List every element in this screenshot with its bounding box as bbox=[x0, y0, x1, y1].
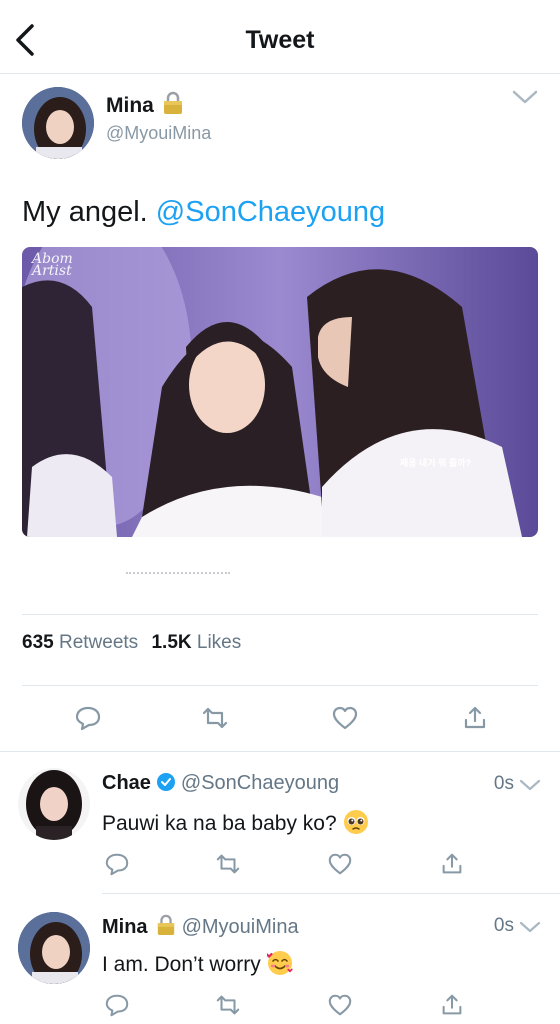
retweet-label[interactable]: Retweets bbox=[59, 632, 138, 653]
reply-text: I am. Don’t worry bbox=[102, 950, 293, 977]
reply-body: Pauwi ka na ba baby ko? bbox=[102, 812, 337, 835]
like-icon bbox=[328, 853, 352, 875]
chevron-down-icon bbox=[519, 779, 541, 791]
retweet-button[interactable] bbox=[215, 851, 241, 877]
page-title: Tweet bbox=[245, 26, 315, 54]
reply-icon bbox=[105, 994, 129, 1017]
like-button[interactable] bbox=[327, 851, 353, 877]
avatar[interactable] bbox=[22, 87, 94, 159]
like-button[interactable] bbox=[327, 992, 353, 1018]
reply-icon bbox=[105, 853, 129, 876]
photo bbox=[22, 247, 538, 537]
smiling-face-with-hearts-emoji bbox=[265, 950, 293, 976]
reply-text: Pauwi ka na ba baby ko? bbox=[102, 809, 369, 836]
truncated-text-indicator bbox=[126, 572, 230, 575]
reply-timestamp: 0s bbox=[493, 773, 514, 794]
share-button[interactable] bbox=[461, 704, 489, 732]
like-icon bbox=[332, 706, 358, 730]
reply-button[interactable] bbox=[74, 704, 102, 732]
chevron-down-icon bbox=[512, 90, 538, 104]
reply-more-options-button[interactable] bbox=[518, 776, 542, 794]
retweet-icon bbox=[202, 707, 228, 729]
lock-icon bbox=[162, 91, 184, 115]
reply-author-name: Chae bbox=[102, 772, 151, 794]
retweet-button[interactable] bbox=[215, 992, 241, 1018]
reply-timestamp: 0s bbox=[493, 915, 514, 936]
like-button[interactable] bbox=[331, 704, 359, 732]
share-button[interactable] bbox=[439, 992, 465, 1018]
reply-author[interactable]: Chae @SonChaeyoung bbox=[102, 772, 339, 795]
reply-author[interactable]: Mina @MyouiMina bbox=[102, 914, 299, 939]
retweet-button[interactable] bbox=[201, 704, 229, 732]
mention-link[interactable]: @SonChaeyoung bbox=[156, 196, 385, 228]
tweet-image[interactable]: Abom Artist 째용 내가 뭐 줄까? bbox=[22, 247, 538, 537]
reply-author-handle: @SonChaeyoung bbox=[180, 772, 340, 794]
divider bbox=[22, 685, 538, 686]
author-name[interactable]: Mina bbox=[106, 91, 184, 118]
engagement-stats: 635 Retweets 1.5K Likes bbox=[22, 632, 241, 654]
image-caption: 째용 내가 뭐 줄까? bbox=[400, 458, 471, 468]
divider bbox=[22, 614, 538, 615]
divider bbox=[0, 751, 560, 752]
retweet-icon bbox=[216, 995, 240, 1015]
reply-button[interactable] bbox=[104, 992, 130, 1018]
reply-button[interactable] bbox=[104, 851, 130, 877]
verified-badge-icon bbox=[156, 773, 175, 791]
share-icon bbox=[442, 994, 462, 1015]
lock-icon bbox=[156, 914, 176, 936]
profile-photo bbox=[18, 768, 90, 840]
avatar[interactable] bbox=[18, 912, 90, 984]
retweet-icon bbox=[216, 854, 240, 874]
more-options-button[interactable] bbox=[510, 86, 540, 108]
watermark: Abom Artist bbox=[32, 251, 73, 279]
pleading-face-emoji bbox=[343, 809, 369, 835]
tweet-text: My angel. @SonChaeyoung bbox=[22, 196, 385, 229]
like-label[interactable]: Likes bbox=[197, 632, 241, 653]
retweet-count[interactable]: 635 bbox=[22, 632, 54, 653]
reply-author-handle: @MyouiMina bbox=[181, 916, 299, 938]
share-icon bbox=[442, 853, 462, 874]
avatar[interactable] bbox=[18, 768, 90, 840]
profile-photo bbox=[18, 912, 90, 984]
tweet-body: My angel. bbox=[22, 196, 156, 228]
share-icon bbox=[464, 706, 486, 729]
like-count[interactable]: 1.5K bbox=[151, 632, 191, 653]
reply-body: I am. Don’t worry bbox=[102, 953, 261, 976]
divider bbox=[102, 893, 560, 894]
reply-icon bbox=[75, 706, 101, 731]
like-icon bbox=[328, 994, 352, 1016]
reply-more-options-button[interactable] bbox=[518, 918, 542, 936]
author-name-text: Mina bbox=[106, 94, 154, 117]
author-handle[interactable]: @MyouiMina bbox=[106, 123, 211, 144]
top-bar: Tweet bbox=[0, 0, 560, 74]
chevron-down-icon bbox=[519, 921, 541, 933]
profile-photo bbox=[22, 87, 94, 159]
reply-author-name: Mina bbox=[102, 916, 148, 938]
share-button[interactable] bbox=[439, 851, 465, 877]
